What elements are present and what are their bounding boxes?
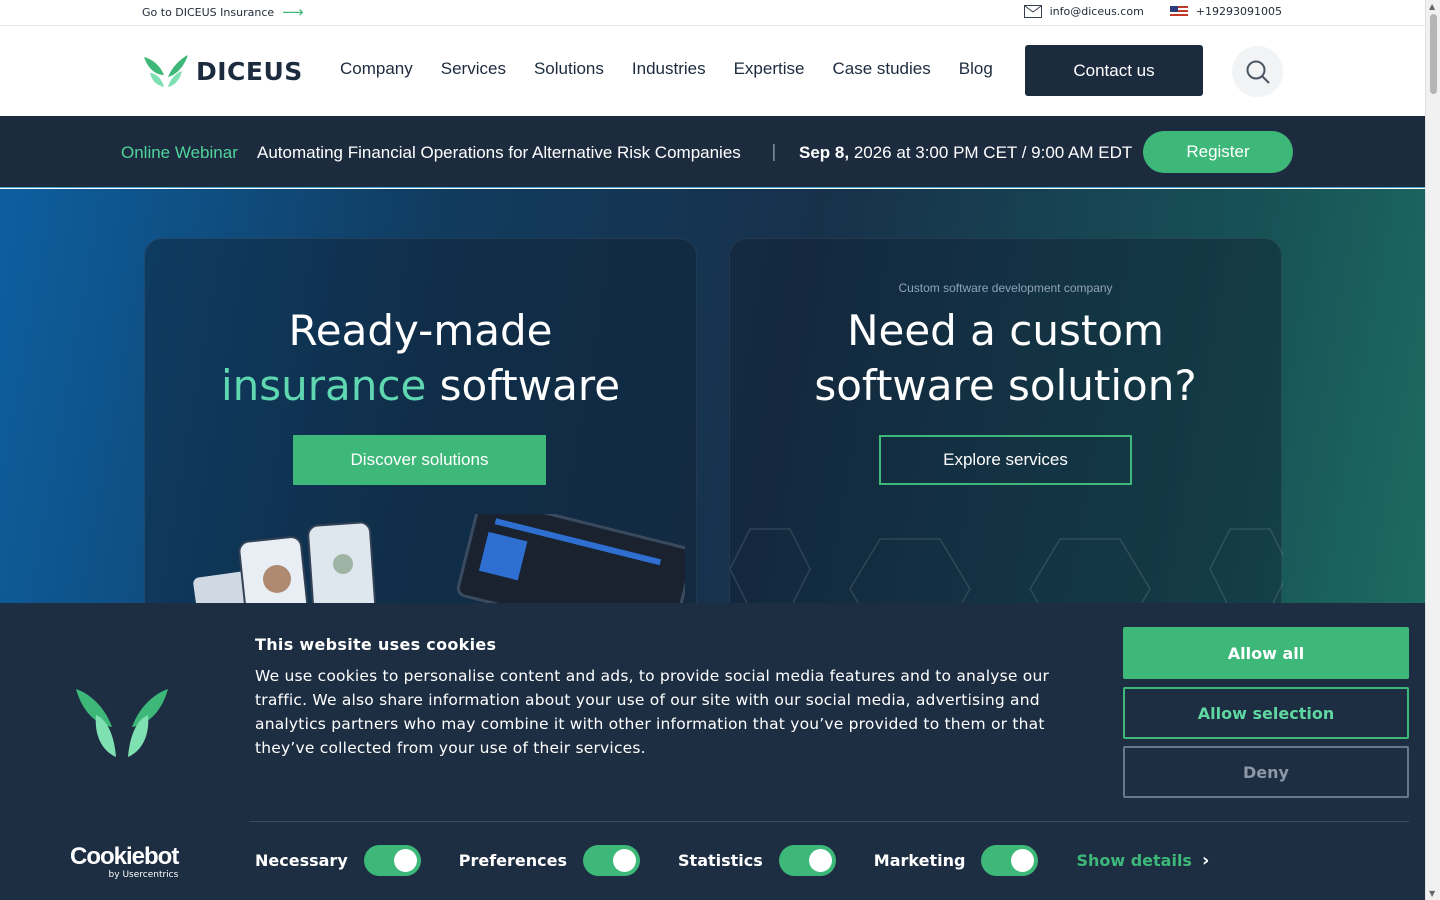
discover-solutions-button[interactable]: Discover solutions [293,435,546,485]
main-header: DICEUS Company Services Solutions Indust… [0,26,1425,116]
custom-software-card: Custom software development company Need… [729,238,1283,603]
main-nav: Company Services Solutions Industries Ex… [340,59,993,79]
phone-text: +19293091005 [1195,5,1282,18]
ready-made-rest: software [426,361,621,410]
show-details-link[interactable]: Show details › [1076,850,1209,871]
cookiebot-logo: Cookiebot by Usercentrics [70,843,179,881]
webinar-date-rest: 2026 at 3:00 PM CET / 9:00 AM EDT [849,143,1133,162]
nav-item-solutions[interactable]: Solutions [534,59,604,79]
nav-item-blog[interactable]: Blog [959,59,993,79]
email-link[interactable]: info@diceus.com [1023,5,1144,18]
ready-made-card: Ready-made insurance software Discover s… [144,238,697,603]
cookie-title: This website uses cookies [255,635,497,654]
custom-software-line2: software solution? [814,361,1197,410]
page-scrollbar[interactable]: ▲ ▼ [1425,0,1440,900]
search-icon [1246,60,1270,84]
ready-made-accent: insurance [220,361,427,410]
site-logo[interactable]: DICEUS [142,53,303,89]
show-details-label: Show details [1076,851,1192,870]
allow-all-button[interactable]: Allow all [1123,627,1409,679]
toggle-marketing-label: Marketing [873,851,966,870]
arrow-right-icon: ⟶ [282,3,304,21]
nav-item-company[interactable]: Company [340,59,413,79]
scrollbar-thumb[interactable] [1430,14,1437,94]
email-text: info@diceus.com [1049,5,1144,18]
register-button[interactable]: Register [1143,131,1293,173]
search-button[interactable] [1232,46,1283,97]
webinar-title[interactable]: Automating Financial Operations for Alte… [257,143,741,163]
webinar-date-bold: Sep 8, [799,143,850,162]
hero-section: Ready-made insurance software Discover s… [0,189,1425,603]
deny-button[interactable]: Deny [1123,746,1409,798]
topbar-contacts: info@diceus.com +19293091005 [998,5,1282,18]
cookiebot-brand-sub: by Usercentrics [108,870,179,880]
custom-software-line1: Need a custom [847,306,1164,355]
toggle-statistics: Statistics [678,845,836,876]
contact-us-button[interactable]: Contact us [1025,45,1203,96]
goto-insurance-link[interactable]: Go to DICEUS Insurance ⟶ [142,3,304,21]
allow-selection-button[interactable]: Allow selection [1123,687,1409,739]
toggle-marketing: Marketing [874,845,1039,876]
webinar-banner: Online Webinar Automating Financial Oper… [0,116,1425,188]
nav-item-case-studies[interactable]: Case studies [832,59,930,79]
ready-made-line1: Ready-made [288,306,553,355]
phone-link[interactable]: +19293091005 [1169,5,1282,18]
goto-insurance-label: Go to DICEUS Insurance [142,5,275,19]
mail-icon [1023,5,1042,18]
cookie-consent-banner: Cookiebot by Usercentrics This website u… [0,603,1425,900]
toggle-necessary-label: Necessary [255,851,348,870]
marketing-switch[interactable] [981,845,1039,876]
top-utility-bar: Go to DICEUS Insurance ⟶ info@diceus.com… [0,0,1425,26]
toggle-preferences-label: Preferences [458,851,568,870]
diceus-logo-icon [144,55,188,87]
cookie-toggles: Necessary Preferences Statistics Marketi… [255,845,1209,876]
custom-software-kicker: Custom software development company [898,281,1113,295]
cookie-divider [249,821,1409,822]
scroll-down-icon[interactable]: ▼ [1429,889,1435,898]
cookie-description: We use cookies to personalise content an… [255,667,1050,757]
cookiebot-mark-icon [76,689,168,757]
nav-item-industries[interactable]: Industries [632,59,706,79]
webinar-date: Sep 8, 2026 at 3:00 PM CET / 9:00 AM EDT [799,143,1132,163]
preferences-switch[interactable] [583,845,641,876]
cookiebot-brand: Cookiebot [70,843,179,870]
custom-software-heading: Need a custom software solution? [730,303,1281,413]
ready-made-heading: Ready-made insurance software [145,303,696,413]
us-flag-icon [1169,5,1188,18]
statistics-switch[interactable] [778,845,836,876]
webinar-label: Online Webinar [121,143,238,162]
toggle-necessary: Necessary [255,845,421,876]
nav-item-services[interactable]: Services [441,59,506,79]
chevron-right-icon: › [1201,850,1210,871]
necessary-switch[interactable] [363,845,421,876]
webinar-separator: | [771,142,777,162]
toggle-statistics-label: Statistics [678,851,763,870]
logo-wordmark: DICEUS [196,56,303,86]
nav-item-expertise[interactable]: Expertise [734,59,805,79]
scroll-up-icon[interactable]: ▲ [1429,2,1435,11]
hexagon-pattern [730,528,1283,603]
explore-services-button[interactable]: Explore services [879,435,1132,485]
devices-illustration [193,514,685,603]
toggle-preferences: Preferences [458,845,641,876]
